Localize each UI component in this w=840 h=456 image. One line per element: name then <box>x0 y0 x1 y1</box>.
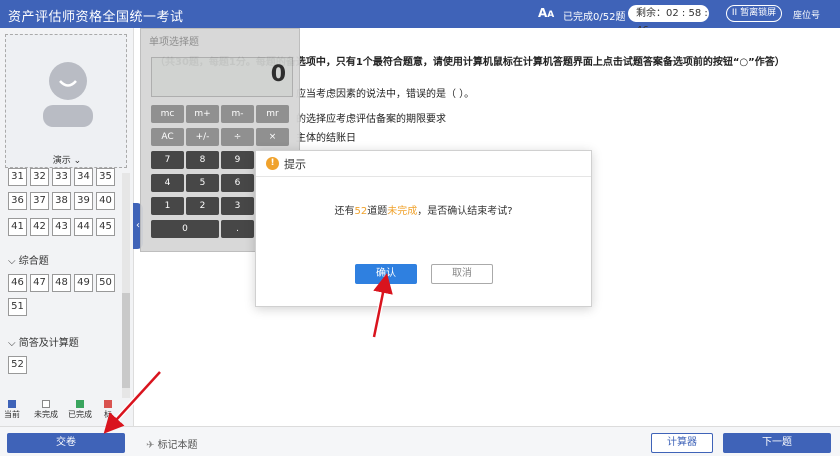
confirm-button[interactable]: 确认 <box>355 264 417 284</box>
legend-swatch <box>104 400 112 408</box>
dialog-header: ! 提示 <box>256 151 591 177</box>
question-cell[interactable]: 35 <box>96 168 115 186</box>
next-question-button[interactable]: 下一题 <box>723 433 831 453</box>
bottom-bar: 交卷 ✈ 标记本题 计算器 下一题 <box>0 426 840 456</box>
question-cell[interactable]: 41 <box>8 218 27 236</box>
question-cell[interactable]: 46 <box>8 274 27 292</box>
calculator-key[interactable]: mr <box>256 105 289 123</box>
calculator-key[interactable]: 8 <box>186 151 219 169</box>
seat-number-label: 座位号 <box>793 11 821 21</box>
pause-icon: II <box>731 8 741 18</box>
exam-title: 资产评估师资格全国统一考试 <box>8 10 184 25</box>
cancel-button[interactable]: 取消 <box>431 264 493 284</box>
legend-label: 已完成 <box>68 410 92 419</box>
calculator-key[interactable]: mc <box>151 105 184 123</box>
question-cell[interactable]: 43 <box>52 218 71 236</box>
section-title[interactable]: ⌵ 综合题 <box>8 252 49 267</box>
sidebar-scrollbar[interactable] <box>122 173 130 398</box>
calculator-key[interactable]: 2 <box>186 197 219 215</box>
calculator-key[interactable]: m- <box>221 105 254 123</box>
question-cell[interactable]: 39 <box>74 192 93 210</box>
status-legend: 当前 未完成 已完成 标 <box>0 400 134 422</box>
chevron-down-icon: ⌵ <box>8 338 19 349</box>
legend-item: 未完成 <box>34 400 58 420</box>
legend-item: 已完成 <box>68 400 92 420</box>
calculator-display: 0 <box>270 62 286 87</box>
confirm-dialog: ! 提示 还有52道题未完成，是否确认结束考试? 确认 取消 <box>255 150 592 307</box>
dialog-message: 还有52道题未完成，是否确认结束考试? <box>334 206 513 217</box>
calculator-key[interactable]: m+ <box>186 105 219 123</box>
calculator-key[interactable]: +/- <box>186 128 219 146</box>
calculator-button[interactable]: 计算器 <box>651 433 713 453</box>
calculator-screen: 0 <box>151 57 293 97</box>
calculator-key[interactable]: × <box>256 128 289 146</box>
calculator-key[interactable]: 3 <box>221 197 254 215</box>
legend-label: 当前 <box>4 410 20 419</box>
question-cell[interactable]: 40 <box>96 192 115 210</box>
question-cell[interactable]: 45 <box>96 218 115 236</box>
timer-label: 剩余： <box>636 8 666 19</box>
question-cell[interactable]: 33 <box>52 168 71 186</box>
question-cell[interactable]: 42 <box>30 218 49 236</box>
legend-item: 当前 <box>4 400 20 420</box>
calculator-key[interactable]: 1 <box>151 197 184 215</box>
top-bar: 资产评估师资格全国统一考试 AA 已完成0/52题 剩余：02 : 58 : 4… <box>0 0 840 36</box>
question-cell[interactable]: 50 <box>96 274 115 292</box>
option-text[interactable]: 的选择应考虑评估备案的期限要求 <box>296 110 446 125</box>
pause-label: 暂离锁屏 <box>740 8 777 18</box>
calculator-key[interactable]: 9 <box>221 151 254 169</box>
calculator-key[interactable]: 7 <box>151 151 184 169</box>
flag-icon: ✈ <box>146 440 158 451</box>
question-cell[interactable]: 51 <box>8 298 27 316</box>
legend-swatch <box>42 400 50 408</box>
question-cell[interactable]: 34 <box>74 168 93 186</box>
calculator-header: 单项选择题 <box>149 37 199 48</box>
question-cell[interactable]: 49 <box>74 274 93 292</box>
legend-label: 未完成 <box>34 410 58 419</box>
dialog-title: 提示 <box>284 158 306 171</box>
question-cell[interactable]: 32 <box>30 168 49 186</box>
legend-item: 标 <box>104 400 112 420</box>
calculator-key[interactable]: 5 <box>186 174 219 192</box>
mark-question-button[interactable]: ✈ 标记本题 <box>146 436 198 451</box>
progress-text: 已完成0/52题 <box>563 12 626 23</box>
question-cell[interactable]: 52 <box>8 356 27 374</box>
scroll-thumb[interactable] <box>122 293 130 388</box>
legend-label: 标 <box>104 410 112 419</box>
calculator-key[interactable]: . <box>221 220 254 238</box>
chevron-down-icon: ⌵ <box>8 256 19 267</box>
candidate-name[interactable]: 演示 ⌄ <box>6 153 128 166</box>
unfinished-count: 52 <box>354 206 368 217</box>
chevron-down-icon: ⌄ <box>73 156 82 166</box>
calculator-key[interactable]: ÷ <box>221 128 254 146</box>
candidate-photo-box: 演示 ⌄ <box>5 34 127 168</box>
pause-lock-button[interactable]: II 暂离锁屏 <box>726 5 782 22</box>
calculator-key[interactable]: AC <box>151 128 184 146</box>
submit-exam-button[interactable]: 交卷 <box>7 433 125 453</box>
calculator-key[interactable]: 0 <box>151 220 219 238</box>
question-cell[interactable]: 36 <box>8 192 27 210</box>
question-cell[interactable]: 44 <box>74 218 93 236</box>
warning-icon: ! <box>266 157 279 170</box>
font-size-icon[interactable]: AA <box>538 6 554 20</box>
legend-swatch <box>76 400 84 408</box>
option-text[interactable]: 主体的结账日 <box>296 129 356 144</box>
avatar-icon <box>43 62 93 127</box>
unfinished-highlight: 未完成 <box>387 206 418 217</box>
calculator-key[interactable]: 6 <box>221 174 254 192</box>
calculator-key[interactable]: 4 <box>151 174 184 192</box>
question-cell[interactable]: 37 <box>30 192 49 210</box>
question-cell[interactable]: 48 <box>52 274 71 292</box>
timer: 剩余：02 : 58 : 46 <box>628 5 709 36</box>
question-cell[interactable]: 31 <box>8 168 27 186</box>
question-cell[interactable]: 47 <box>30 274 49 292</box>
question-text: 应当考虑因素的说法中，错误的是（ ）。 <box>296 89 475 100</box>
legend-swatch <box>8 400 16 408</box>
left-panel: 演示 ⌄ 31 32 33 34 35 36 37 38 39 40 41 42 43 44 45 46 47 4… <box>0 28 134 426</box>
section-title[interactable]: ⌵ 简答及计算题 <box>8 334 79 349</box>
question-cell[interactable]: 38 <box>52 192 71 210</box>
